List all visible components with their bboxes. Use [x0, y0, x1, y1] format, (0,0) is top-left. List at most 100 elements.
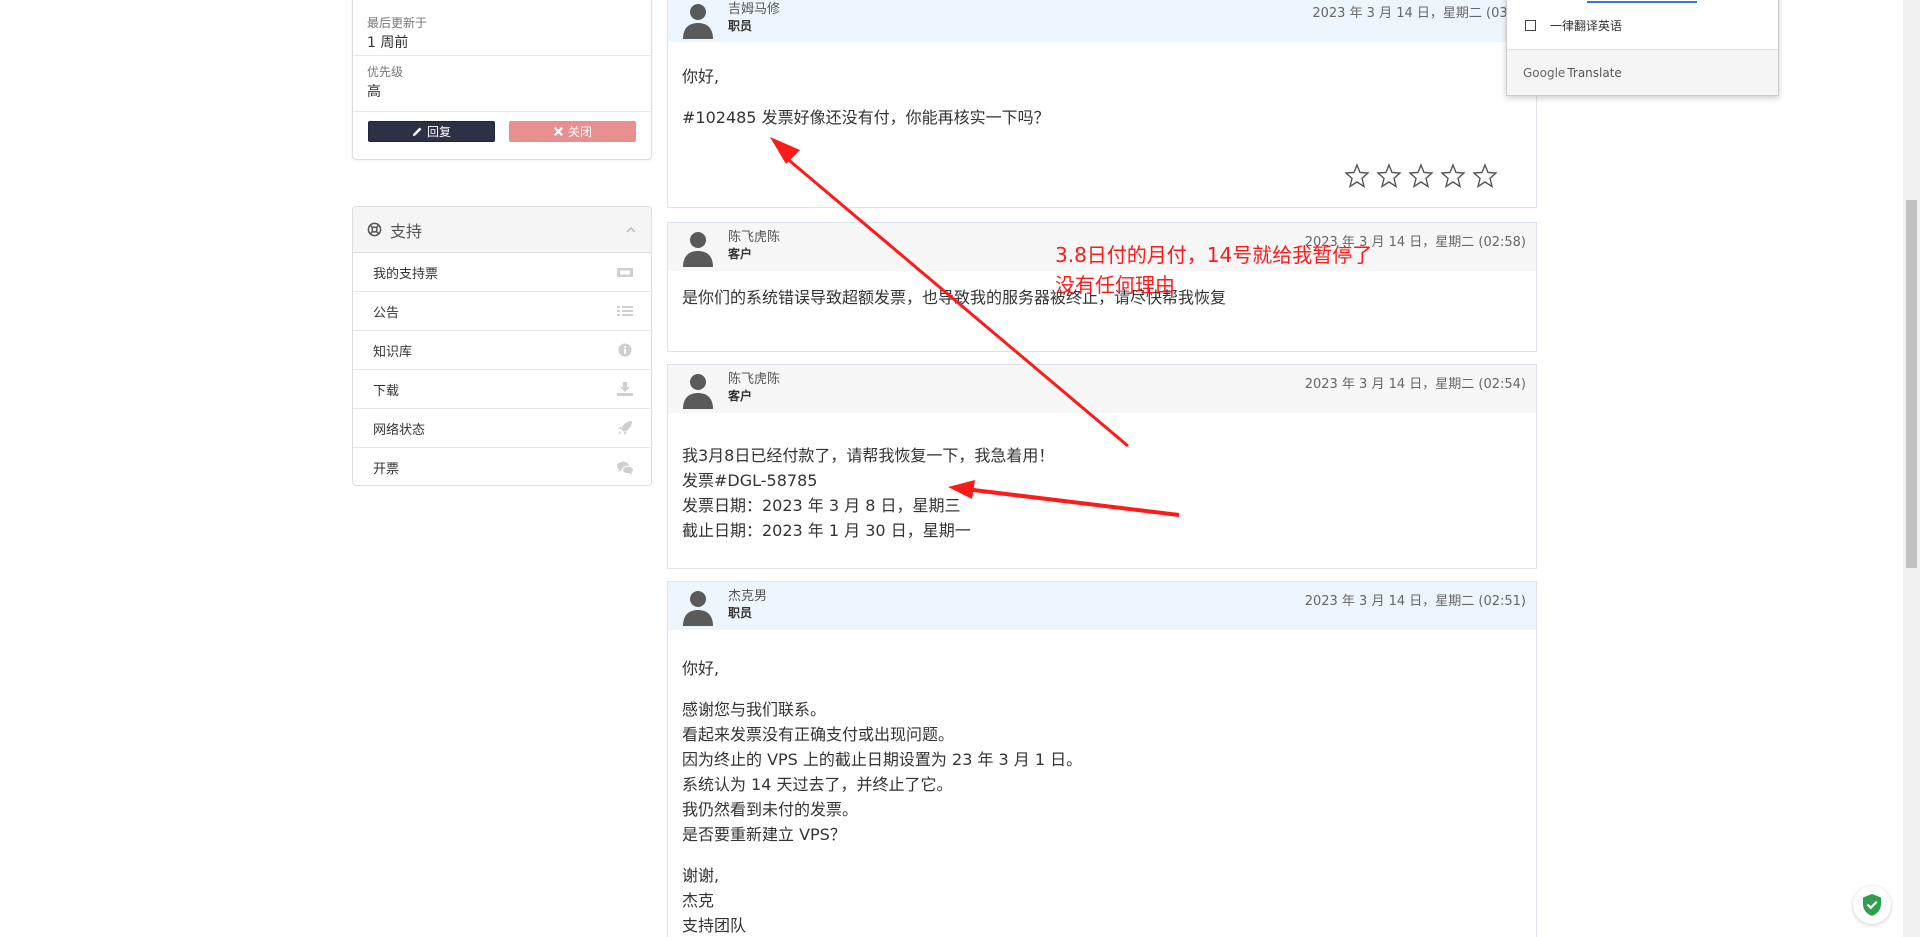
reply-author: 陈飞虎陈 客户 — [728, 229, 780, 262]
sidebar-item-label: 知识库 — [373, 344, 413, 360]
reply-author-role: 客户 — [728, 389, 753, 403]
sidebar-item-announcements[interactable]: 公告 — [353, 292, 651, 331]
reply-author-role: 客户 — [728, 247, 753, 261]
reply-line: 截止日期：2023 年 1 月 30 日，星期一 — [682, 521, 971, 540]
last-updated-value: 1 周前 — [367, 35, 409, 51]
support-panel-title: 支持 — [390, 221, 423, 241]
ticket-reply-header: 杰克男 职员 2023 年 3 月 14 日，星期二 (02:51) — [668, 582, 1536, 630]
google-logo: Google — [1523, 65, 1566, 80]
info-icon — [618, 343, 632, 357]
security-badge[interactable] — [1853, 886, 1891, 924]
page-scrollbar[interactable] — [1903, 0, 1920, 937]
sidebar-item-knowledgebase[interactable]: 知识库 — [353, 331, 651, 370]
shield-check-icon — [1863, 894, 1881, 916]
user-avatar-icon — [683, 374, 713, 409]
reply-line: 看起来发票没有正确支付或出现问题。 — [682, 725, 955, 744]
star-icon[interactable] — [1376, 163, 1402, 189]
reply-date: 2023 年 3 月 14 日，星期二 (03: — [1312, 6, 1512, 21]
reply-author: 陈飞虎陈 客户 — [728, 371, 780, 404]
star-icon[interactable] — [1472, 163, 1498, 189]
star-icon[interactable] — [1344, 163, 1370, 189]
reply-author-role: 职员 — [728, 19, 753, 33]
annotation-note: 3.8日付的月付，14号就给我暂停了 没有任何理由 — [1055, 240, 1372, 300]
last-updated-label: 最后更新于 — [367, 16, 428, 30]
reply-line: 是否要重新建立 VPS？ — [682, 825, 846, 844]
reply-line: 我3月8日已经付款了，请帮我恢复一下，我急着用！ — [682, 446, 1055, 465]
priority-row: 优先级 高 — [353, 56, 651, 112]
download-icon — [617, 382, 633, 396]
reply-line: 我仍然看到未付的发票。 — [682, 800, 859, 819]
user-avatar-icon — [683, 232, 713, 267]
star-icon[interactable] — [1408, 163, 1434, 189]
close-button-label: 关闭 — [567, 125, 592, 139]
user-avatar-icon — [683, 4, 713, 39]
sidebar-item-open-ticket[interactable]: 开票 — [353, 448, 651, 485]
reply-author-name: 杰克男 — [728, 589, 768, 604]
always-translate-checkbox[interactable] — [1525, 20, 1536, 31]
translate-brand: Translate — [1567, 65, 1622, 80]
sidebar-item-label: 我的支持票 — [373, 266, 439, 282]
reply-line: 感谢您与我们联系。 — [682, 700, 827, 719]
reply-line: 谢谢, — [682, 866, 720, 885]
pencil-icon — [412, 127, 422, 137]
annotation-line: 3.8日付的月付，14号就给我暂停了 — [1055, 243, 1373, 267]
rocket-icon — [618, 421, 632, 435]
annotation-line: 没有任何理由 — [1055, 273, 1175, 297]
reply-author-name: 陈飞虎陈 — [728, 230, 781, 245]
reply-line: 你好, — [682, 659, 720, 678]
reply-body: 我3月8日已经付款了，请帮我恢复一下，我急着用！ 发票#DGL-58785 发票… — [668, 413, 1536, 553]
priority-value: 高 — [367, 84, 381, 100]
close-button[interactable]: 关闭 — [509, 121, 636, 142]
reply-date: 2023 年 3 月 14 日，星期二 (02:54) — [1304, 377, 1526, 392]
translate-popup: 一律翻译英语 Google Translate — [1506, 0, 1779, 96]
reply-button[interactable]: 回复 — [368, 121, 495, 142]
sidebar-item-label: 公告 — [373, 305, 400, 321]
reply-body: 你好, #102485 发票好像还没有付，你能再核实一下吗？ — [668, 42, 1536, 156]
ticket-reply: 杰克男 职员 2023 年 3 月 14 日，星期二 (02:51) 你好, 感… — [667, 581, 1537, 937]
reply-author: 杰克男 职员 — [728, 588, 767, 621]
reply-line: 因为终止的 VPS 上的截止日期设置为 23 年 3 月 1 日。 — [682, 750, 1083, 769]
sidebar-item-label: 开票 — [373, 462, 400, 477]
reply-line: 你好, — [682, 67, 720, 86]
reply-author-name: 陈飞虎陈 — [728, 372, 781, 387]
support-panel-header[interactable]: 支持 — [353, 207, 651, 253]
ticket-reply: 吉姆马修 职员 2023 年 3 月 14 日，星期二 (03: 你好, #10… — [667, 0, 1537, 208]
ticket-icon — [617, 268, 633, 277]
always-translate-label: 一律翻译英语 — [1550, 19, 1623, 33]
reply-line: #102485 发票好像还没有付，你能再核实一下吗？ — [682, 108, 1050, 127]
sidebar-item-downloads[interactable]: 下载 — [353, 370, 651, 409]
ticket-reply-header: 吉姆马修 职员 2023 年 3 月 14 日，星期二 (03: — [668, 0, 1536, 42]
reply-author: 吉姆马修 职员 — [728, 1, 780, 34]
ticket-actions: 回复 关闭 — [353, 112, 651, 142]
translate-language-underline — [1587, 1, 1697, 3]
sidebar-item-label: 网络状态 — [373, 422, 426, 438]
sidebar-item-label: 下载 — [373, 383, 400, 399]
star-icon[interactable] — [1440, 163, 1466, 189]
translate-footer: Google Translate — [1507, 49, 1778, 95]
ticket-reply: 陈飞虎陈 客户 2023 年 3 月 14 日，星期二 (02:54) 我3月8… — [667, 364, 1537, 569]
sidebar-item-network-status[interactable]: 网络状态 — [353, 409, 651, 448]
sidebar-item-my-tickets[interactable]: 我的支持票 — [353, 253, 651, 292]
reply-button-label: 回复 — [426, 125, 451, 139]
reply-date: 2023 年 3 月 14 日，星期二 (02:51) — [1304, 594, 1526, 609]
priority-label: 优先级 — [367, 65, 404, 79]
chevron-up-icon[interactable] — [625, 224, 637, 236]
last-updated-row: 最后更新于 1 周前 — [353, 0, 651, 56]
list-icon — [617, 306, 633, 316]
ticket-reply-header: 陈飞虎陈 客户 2023 年 3 月 14 日，星期二 (02:54) — [668, 365, 1536, 413]
user-avatar-icon — [683, 591, 713, 626]
scrollbar-thumb[interactable] — [1906, 200, 1917, 568]
life-ring-icon — [367, 222, 382, 237]
reply-line: 发票#DGL-58785 — [682, 471, 818, 490]
always-translate-option[interactable]: 一律翻译英语 — [1525, 17, 1622, 34]
reply-body: 你好, 感谢您与我们联系。 看起来发票没有正确支付或出现问题。 因为终止的 VP… — [668, 630, 1536, 937]
reply-line: 杰克 — [682, 891, 715, 910]
reply-rating — [1344, 163, 1498, 189]
ticket-info-panel: 最后更新于 1 周前 优先级 高 回复 关闭 — [352, 0, 652, 160]
comments-icon — [617, 461, 634, 474]
reply-line: 发票日期：2023 年 3 月 8 日，星期三 — [682, 496, 961, 515]
close-icon — [554, 127, 563, 136]
reply-author-role: 职员 — [728, 606, 753, 620]
support-panel: 支持 我的支持票 公告 知识库 下载 网络状态 开票 — [352, 206, 652, 486]
reply-author-name: 吉姆马修 — [728, 2, 781, 17]
